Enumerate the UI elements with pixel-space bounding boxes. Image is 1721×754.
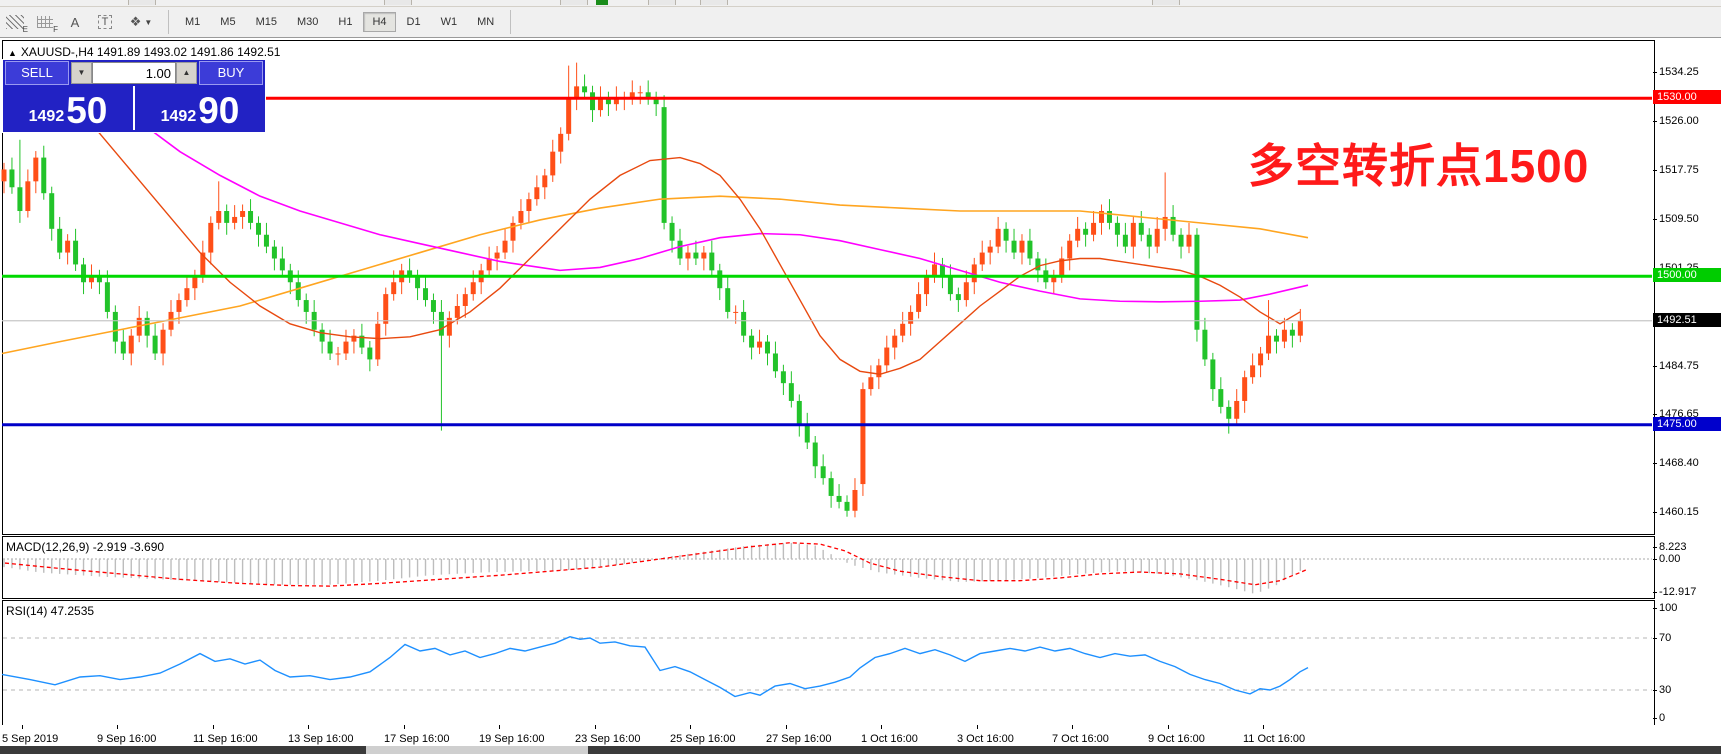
time-tick-label: 23 Sep 16:00: [575, 733, 641, 745]
time-tick-mark: [404, 725, 405, 729]
rsi-axis-label: 100: [1652, 602, 1678, 614]
time-tick-mark: [690, 725, 691, 729]
sell-price[interactable]: 1492 50: [3, 86, 135, 130]
one-click-trading-panel: SELL ▼ ▲ BUY 1492 50 1492 90: [2, 59, 266, 133]
chevron-down-icon: ▼: [144, 17, 153, 27]
clipped-button: [700, 0, 728, 5]
green-price-badge: 1500.00: [1653, 268, 1721, 283]
time-tick-label: 11 Sep 16:00: [193, 733, 258, 745]
time-tick-label: 9 Oct 16:00: [1148, 733, 1205, 745]
time-tick-mark: [117, 725, 118, 729]
price-tick: 1460.15: [1653, 505, 1699, 518]
price-tick: 1526.00: [1653, 114, 1699, 127]
red-price-badge: 1530.00: [1653, 90, 1721, 105]
time-axis[interactable]: 5 Sep 2019 9 Sep 16:00 11 Sep 16:00 13 Sep …: [0, 725, 1721, 746]
time-tick-label: 27 Sep 16:00: [766, 733, 832, 745]
time-tick-label: 3 Oct 16:00: [957, 733, 1014, 745]
macd-label: MACD(12,26,9) -2.919 -3.690: [6, 540, 165, 554]
price-tick: 1484.75: [1653, 359, 1699, 372]
volume-increase-button[interactable]: ▲: [176, 62, 197, 84]
time-tick-label: 1 Oct 16:00: [861, 733, 918, 745]
time-tick-label: 11 Oct 16:00: [1243, 733, 1306, 745]
toolbar-separator: [510, 10, 512, 34]
clipped-button: [648, 0, 676, 5]
time-tick-label: 9 Sep 16:00: [97, 733, 157, 745]
time-tick-mark: [22, 725, 23, 729]
rsi-axis-label: 0: [1652, 712, 1666, 724]
clipped-button: [560, 0, 588, 5]
time-tick-label: 19 Sep 16:00: [479, 733, 545, 745]
timeframe-mn[interactable]: MN: [468, 12, 503, 32]
price-axis[interactable]: 1534.251526.001517.751509.501501.251484.…: [1652, 40, 1721, 745]
timeframe-m1[interactable]: M1: [176, 12, 209, 32]
timeframe-bar: M1 M5 M15 M30 H1 H4 D1 W1 MN: [175, 12, 504, 32]
grid-icon[interactable]: F: [32, 10, 58, 34]
chart-annotation-text[interactable]: 多空转折点1500: [1248, 130, 1589, 196]
time-tick-mark: [213, 725, 214, 729]
time-tick-mark: [499, 725, 500, 729]
buy-price-big: 90: [198, 90, 240, 131]
mt4-terminal: { "toolbar": { "icons": [ {"name":"indic…: [0, 0, 1721, 754]
clipped-green-button: [596, 0, 608, 5]
blue-price-badge: 1475.00: [1653, 416, 1721, 431]
time-tick-mark: [1263, 725, 1264, 729]
clipped-button: [128, 0, 156, 5]
price-tick: 1468.40: [1653, 456, 1699, 469]
time-tick-label: 7 Oct 16:00: [1052, 733, 1109, 745]
clipped-taskbar: [0, 746, 1721, 754]
price-tick: 1534.25: [1653, 66, 1699, 78]
time-tick-mark: [881, 725, 882, 729]
volume-input[interactable]: [92, 62, 176, 84]
clipped-upper-toolbar: [0, 0, 1721, 7]
timeframe-h1[interactable]: H1: [329, 12, 361, 32]
macd-panel[interactable]: [2, 536, 1655, 599]
clipped-button: [384, 0, 412, 5]
time-tick-mark: [1072, 725, 1073, 729]
time-tick-mark: [1168, 725, 1169, 729]
text-box-icon[interactable]: T: [92, 10, 118, 34]
triangle-icon: ▲: [8, 48, 17, 58]
rsi-panel[interactable]: [2, 600, 1655, 727]
indicator-hatch-icon[interactable]: E: [2, 10, 28, 34]
sell-price-big: 50: [66, 90, 108, 131]
rsi-label: RSI(14) 47.2535: [6, 604, 95, 618]
clipped-taskbar-gap: [366, 746, 588, 754]
clipped-button: [1152, 0, 1180, 5]
time-tick-label: 25 Sep 16:00: [670, 733, 736, 745]
toolbar-separator: [168, 10, 169, 34]
chart-symbol-title: ▲ XAUUSD-,H4 1491.89 1493.02 1491.86 1492…: [8, 45, 281, 59]
timeframe-m15[interactable]: M15: [247, 12, 286, 32]
objects-icon[interactable]: ❖ ▼: [122, 10, 160, 34]
time-tick-mark: [786, 725, 787, 729]
rsi-axis-label: 70: [1652, 632, 1672, 644]
time-tick-label: 17 Sep 16:00: [384, 733, 450, 745]
black-price-badge: 1492.51: [1653, 312, 1721, 327]
time-tick-mark: [977, 725, 978, 729]
timeframe-w1[interactable]: W1: [432, 12, 467, 32]
time-tick-label: 13 Sep 16:00: [288, 733, 354, 745]
buy-price-small: 1492: [160, 108, 197, 125]
rsi-axis-label: 30: [1652, 684, 1672, 696]
price-tick: 1509.50: [1653, 212, 1699, 225]
timeframe-m30[interactable]: M30: [288, 12, 327, 32]
sell-price-small: 1492: [28, 108, 65, 125]
price-tick: 1517.75: [1653, 163, 1699, 176]
volume-decrease-button[interactable]: ▼: [71, 62, 92, 84]
time-tick-label: 5 Sep 2019: [2, 733, 59, 745]
timeframe-h4[interactable]: H4: [363, 12, 396, 32]
buy-button[interactable]: BUY: [199, 61, 263, 85]
time-tick-mark: [308, 725, 309, 729]
macd-axis-label: 0.00: [1652, 553, 1681, 565]
buy-price[interactable]: 1492 90: [135, 86, 265, 130]
chart-toolbar: E F A T ❖ ▼ M1 M5 M15 M30 H1 H4 D1 W1 MN: [0, 7, 1721, 38]
time-tick-mark: [595, 725, 596, 729]
timeframe-m5[interactable]: M5: [211, 12, 244, 32]
macd-axis-label: 8.223: [1653, 541, 1687, 553]
timeframe-d1[interactable]: D1: [398, 12, 430, 32]
sell-button[interactable]: SELL: [5, 61, 69, 85]
macd-axis-label: -12.917: [1652, 586, 1697, 598]
text-label-icon[interactable]: A: [62, 10, 88, 34]
